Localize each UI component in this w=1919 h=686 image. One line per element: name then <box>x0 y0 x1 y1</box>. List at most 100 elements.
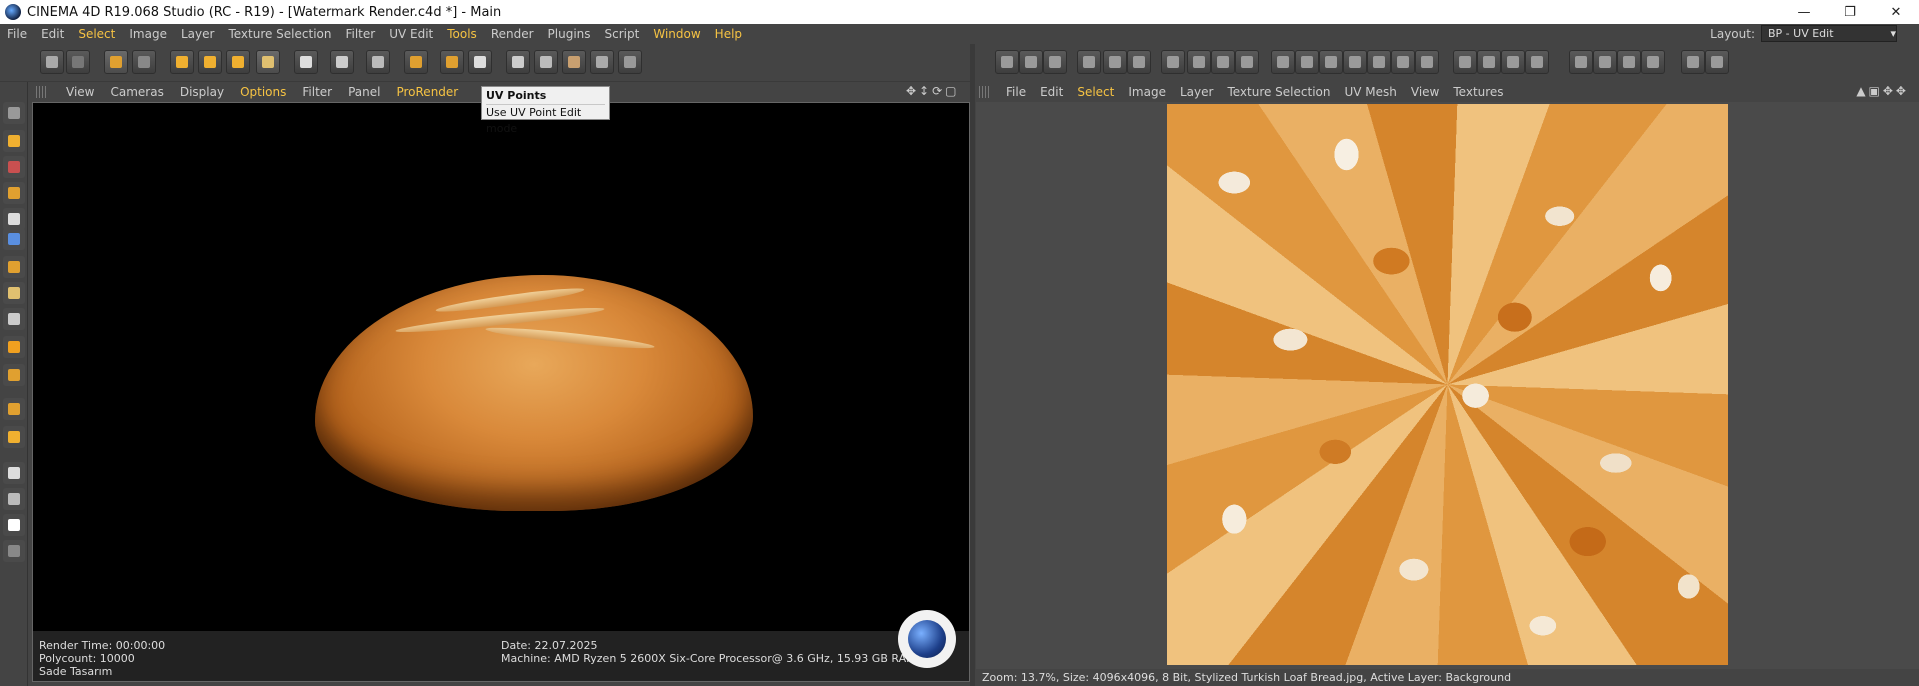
uv-tool-button[interactable] <box>1077 50 1101 74</box>
uv-tool-button[interactable] <box>1019 50 1043 74</box>
uv-tool-button[interactable] <box>995 50 1019 74</box>
uv-tool-button[interactable] <box>1453 50 1477 74</box>
uv-points-tool-button[interactable] <box>256 50 280 74</box>
brush-tool-button[interactable] <box>294 50 318 74</box>
viewport-menu-panel[interactable]: Panel <box>340 85 388 99</box>
texture-grid-tool-button[interactable] <box>440 50 464 74</box>
uv-tool-button[interactable] <box>1367 50 1391 74</box>
menu-window[interactable]: Window <box>646 27 707 41</box>
uv-points-sidebar-button[interactable] <box>3 208 25 230</box>
menu-file[interactable]: File <box>0 27 34 41</box>
uv-tool-button[interactable] <box>1043 50 1067 74</box>
menu-render[interactable]: Render <box>484 27 541 41</box>
fill-sidebar-button[interactable] <box>3 336 25 358</box>
transform-sidebar-button[interactable] <box>3 398 25 420</box>
brush-sidebar-button[interactable] <box>3 228 25 250</box>
uv-tool-button[interactable] <box>1319 50 1343 74</box>
uv-tool-button[interactable] <box>1641 50 1665 74</box>
uv-tool-button[interactable] <box>1617 50 1641 74</box>
viewport-menu-prorender[interactable]: ProRender <box>388 85 466 99</box>
uv-tool-button[interactable] <box>1705 50 1729 74</box>
menu-filter[interactable]: Filter <box>338 27 382 41</box>
menu-image[interactable]: Image <box>122 27 174 41</box>
live-selection-tool-button[interactable] <box>104 50 128 74</box>
scale-tool-button[interactable] <box>198 50 222 74</box>
uv-menu-view[interactable]: View <box>1404 85 1446 99</box>
uv-tool-button[interactable] <box>1271 50 1295 74</box>
model-mode-tool-button[interactable] <box>506 50 530 74</box>
grip-handle-icon[interactable] <box>979 86 991 98</box>
uv-tool-button[interactable] <box>1187 50 1211 74</box>
viewport-menu-cameras[interactable]: Cameras <box>102 85 171 99</box>
redo-tool-button[interactable] <box>66 50 90 74</box>
layout-dropdown[interactable]: BP - UV Edit ▾ <box>1761 25 1897 42</box>
uv-menu-texture-selection[interactable]: Texture Selection <box>1220 85 1337 99</box>
zoom-sidebar-button[interactable] <box>3 488 25 510</box>
edge-mode-tool-button[interactable] <box>590 50 614 74</box>
uv-tool-button[interactable] <box>1295 50 1319 74</box>
uv-menu-uv-mesh[interactable]: UV Mesh <box>1337 85 1403 99</box>
uv-tool-button[interactable] <box>1161 50 1185 74</box>
uv-tool-button[interactable] <box>1235 50 1259 74</box>
object-mode-tool-button[interactable] <box>534 50 558 74</box>
pen-sidebar-button[interactable] <box>3 102 25 124</box>
menu-help[interactable]: Help <box>708 27 749 41</box>
grip-handle-icon[interactable] <box>36 86 48 98</box>
gradient-sidebar-button[interactable] <box>3 308 25 330</box>
menu-layer[interactable]: Layer <box>174 27 221 41</box>
uv-menu-textures[interactable]: Textures <box>1446 85 1510 99</box>
rect-select-sidebar-button[interactable] <box>3 156 25 178</box>
move-sidebar-button[interactable] <box>3 130 25 152</box>
uv-tool-button[interactable] <box>1415 50 1439 74</box>
uv-menu-image[interactable]: Image <box>1121 85 1173 99</box>
uv-tool-button[interactable] <box>1569 50 1593 74</box>
menu-tools[interactable]: Tools <box>440 27 484 41</box>
paint-3d-tool-button[interactable] <box>330 50 354 74</box>
undo-tool-button[interactable] <box>40 50 64 74</box>
viewport-nav-controls[interactable]: ✥↕⟳▢ <box>906 84 960 98</box>
menu-plugins[interactable]: Plugins <box>541 27 598 41</box>
menu-uv-edit[interactable]: UV Edit <box>382 27 440 41</box>
stamp-sidebar-button[interactable] <box>3 256 25 278</box>
uv-menu-edit[interactable]: Edit <box>1033 85 1070 99</box>
uv-tool-button[interactable] <box>1211 50 1235 74</box>
menu-script[interactable]: Script <box>598 27 647 41</box>
uv-tool-button[interactable] <box>1593 50 1617 74</box>
uv-menu-layer[interactable]: Layer <box>1173 85 1220 99</box>
magic-wand-sidebar-button[interactable] <box>3 182 25 204</box>
checker-tool-button[interactable] <box>468 50 492 74</box>
rotate-tool-button[interactable] <box>226 50 250 74</box>
color-swatch-sidebar-button[interactable] <box>3 514 25 536</box>
viewport-menu-display[interactable]: Display <box>172 85 232 99</box>
polygon-mode-tool-button[interactable] <box>562 50 586 74</box>
menu-edit[interactable]: Edit <box>34 27 71 41</box>
uv-tool-button[interactable] <box>1127 50 1151 74</box>
uv-tool-button[interactable] <box>1501 50 1525 74</box>
viewport-menu-filter[interactable]: Filter <box>294 85 340 99</box>
close-button[interactable]: ✕ <box>1873 0 1919 24</box>
bread-texture-image[interactable] <box>1167 104 1728 665</box>
uv-tool-button[interactable] <box>1477 50 1501 74</box>
viewport-menu-view[interactable]: View <box>58 85 102 99</box>
perspective-viewport[interactable]: Render Time: 00:00:00 Polycount: 10000 S… <box>32 102 970 682</box>
menu-texture-selection[interactable]: Texture Selection <box>221 27 338 41</box>
dodge-sidebar-button[interactable] <box>3 364 25 386</box>
layer-sidebar-button[interactable] <box>3 540 25 562</box>
viewport-menu-options[interactable]: Options <box>232 85 294 99</box>
uv-tool-button[interactable] <box>1343 50 1367 74</box>
uv-tool-button[interactable] <box>1681 50 1705 74</box>
uv-menu-select[interactable]: Select <box>1070 85 1121 99</box>
bread-model[interactable] <box>315 275 753 511</box>
star-sidebar-button[interactable] <box>3 426 25 448</box>
eyedropper-sidebar-button[interactable] <box>3 462 25 484</box>
uv-tool-button[interactable] <box>1103 50 1127 74</box>
uv-nav-controls[interactable]: ▲▣✥✥ <box>1856 84 1909 98</box>
smudge-tool-button[interactable] <box>366 50 390 74</box>
menu-select[interactable]: Select <box>71 27 122 41</box>
minimize-button[interactable]: — <box>1781 0 1827 24</box>
move-tool-button[interactable] <box>170 50 194 74</box>
eraser-sidebar-button[interactable] <box>3 282 25 304</box>
uv-menu-file[interactable]: File <box>999 85 1033 99</box>
cube-tool-button[interactable] <box>132 50 156 74</box>
uv-tool-button[interactable] <box>1391 50 1415 74</box>
